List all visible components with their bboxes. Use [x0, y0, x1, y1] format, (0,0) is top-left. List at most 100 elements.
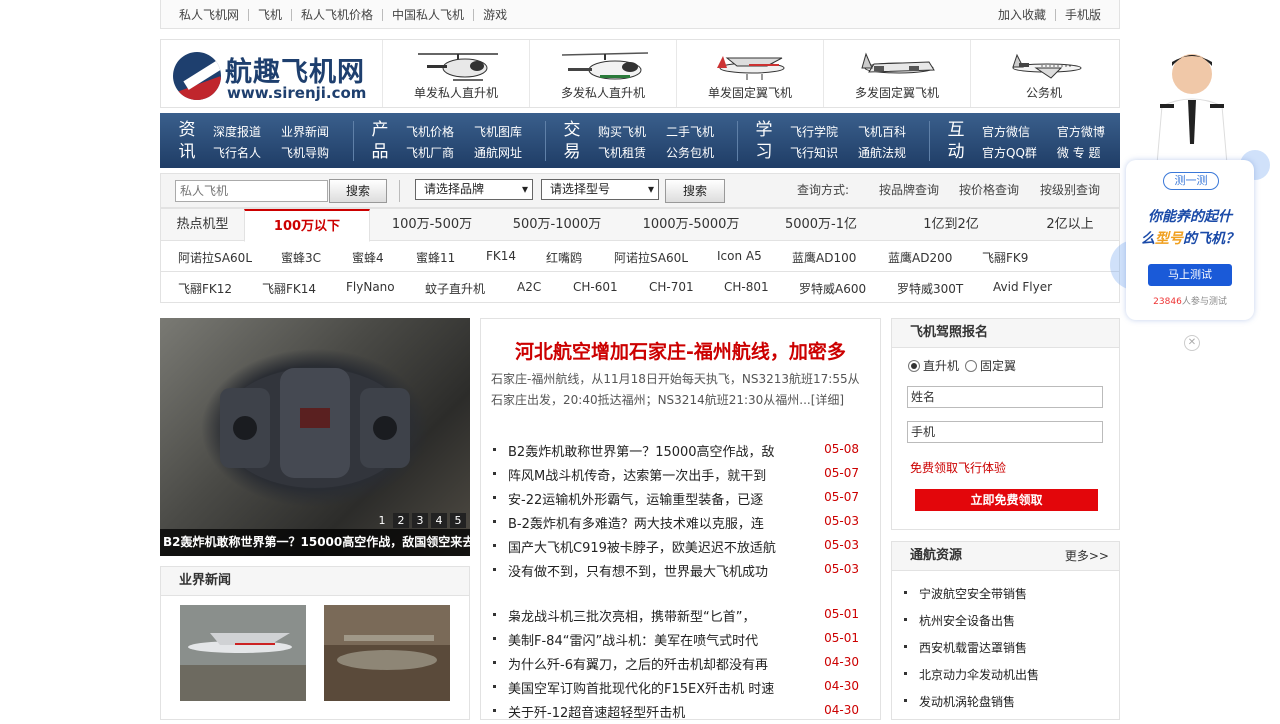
model-link[interactable]: CH-701	[649, 280, 694, 294]
nav-group-title[interactable]: 资讯	[177, 119, 197, 163]
list-item[interactable]: 安-22运输机外形霸气，运输重型装备，已逐 05-07	[493, 487, 871, 511]
nav-item[interactable]: 微 专 题	[1057, 144, 1105, 161]
category-multi-fixed[interactable]: 多发固定翼飞机	[823, 40, 970, 107]
model-link[interactable]: Icon A5	[717, 249, 762, 263]
category-single-heli[interactable]: 单发私人直升机	[382, 40, 529, 107]
slide-dot[interactable]: 5	[450, 513, 466, 528]
tab-under-1m[interactable]: 100万以下	[244, 209, 370, 242]
floating-ad[interactable]: 测一测 你能养的起什 么型号的飞机？ 马上测试 23846人参与测试 ✕	[1110, 40, 1280, 351]
model-link[interactable]: FlyNano	[346, 280, 395, 294]
nav-item[interactable]: 购买飞机	[598, 123, 646, 140]
news-title[interactable]: 关于歼-12超音速超轻型歼击机	[508, 702, 793, 721]
model-select[interactable]: 请选择型号	[541, 179, 659, 200]
news-title[interactable]: 美制F-84“雷闪”战斗机：美军在喷气式时代	[508, 630, 793, 649]
nav-item[interactable]: 二手飞机	[666, 123, 714, 140]
nav-group-title[interactable]: 互动	[946, 119, 966, 163]
list-item[interactable]: 美国空军订购首批现代化的F15EX歼击机 时速 04-30	[493, 676, 871, 700]
top-link-aircraft[interactable]: 飞机	[258, 6, 282, 23]
tab-over-200m[interactable]: 2亿以上	[1021, 209, 1119, 241]
nav-item[interactable]: 通航网址	[474, 144, 522, 161]
nav-item[interactable]: 飞机图库	[474, 123, 522, 140]
add-favorite-link[interactable]: 加入收藏	[998, 6, 1046, 23]
banner-slider[interactable]: 1 2 3 4 5 B2轰炸机敢称世界第一？15000高空作战，敌国领空来去	[160, 318, 470, 556]
radio-helicopter[interactable]: 直升机	[908, 357, 959, 374]
nav-item[interactable]: 公务包机	[666, 144, 714, 161]
category-single-fixed[interactable]: 单发固定翼飞机	[676, 40, 823, 107]
nav-item[interactable]: 飞机租赁	[598, 144, 646, 161]
banner-caption[interactable]: B2轰炸机敢称世界第一？15000高空作战，敌国领空来去	[160, 529, 470, 556]
category-multi-heli[interactable]: 多发私人直升机	[529, 40, 676, 107]
list-item[interactable]: 杭州安全设备出售	[904, 612, 1039, 639]
news-title[interactable]: 国产大飞机C919被卡脖子，欧美迟迟不放适航	[508, 537, 793, 556]
close-icon[interactable]: ✕	[1184, 335, 1200, 351]
list-item[interactable]: 宁波航空安全带销售	[904, 585, 1039, 612]
headline-title[interactable]: 河北航空增加石家庄-福州航线，加密多	[481, 337, 880, 364]
top-link-price[interactable]: 私人飞机价格	[301, 6, 373, 23]
top-link-games[interactable]: 游戏	[483, 6, 507, 23]
nav-item[interactable]: 飞机导购	[281, 144, 329, 161]
list-item[interactable]: 关于歼-12超音速超轻型歼击机 04-30	[493, 700, 871, 724]
query-by-brand[interactable]: 按品牌查询	[879, 181, 939, 198]
model-link[interactable]: FK14	[486, 249, 516, 263]
news-title[interactable]: 美国空军订购首批现代化的F15EX歼击机 时速	[508, 678, 793, 697]
nav-item[interactable]: 飞行名人	[213, 144, 261, 161]
news-title[interactable]: 阵风M战斗机传奇，达索第一次出手，就干到	[508, 465, 793, 484]
tab-100m-200m[interactable]: 1亿到2亿	[881, 209, 1021, 241]
query-by-class[interactable]: 按级别查询	[1040, 181, 1100, 198]
model-link[interactable]: 飞翮FK12	[178, 280, 232, 297]
tab-10m-50m[interactable]: 1000万-5000万	[621, 209, 761, 241]
nav-item[interactable]: 官方QQ群	[982, 144, 1037, 161]
nav-item[interactable]: 通航法规	[858, 144, 906, 161]
nav-group-title[interactable]: 产品	[370, 119, 390, 163]
tab-1m-5m[interactable]: 100万-500万	[371, 209, 493, 241]
category-business-jet[interactable]: 公务机	[970, 40, 1117, 107]
nav-item[interactable]: 飞行知识	[790, 144, 838, 161]
news-title[interactable]: B2轰炸机敢称世界第一？15000高空作战，敌	[508, 441, 793, 460]
nav-item[interactable]: 深度报道	[213, 123, 261, 140]
model-link[interactable]: 飞翮FK9	[982, 249, 1028, 266]
model-link[interactable]: 罗特威A600	[799, 280, 866, 297]
list-item[interactable]: 国产大飞机C919被卡脖子，欧美迟迟不放适航 05-03	[493, 535, 871, 559]
tab-50m-100m[interactable]: 5000万-1亿	[761, 209, 881, 241]
nav-item[interactable]: 飞行学院	[790, 123, 838, 140]
search-input[interactable]	[175, 180, 328, 202]
name-field[interactable]: 姓名	[907, 386, 1103, 408]
model-link[interactable]: A2C	[517, 280, 541, 294]
slide-dot[interactable]: 3	[412, 513, 428, 528]
slide-dot[interactable]: 2	[393, 513, 409, 528]
search-model-button[interactable]: 搜索	[665, 179, 725, 203]
model-link[interactable]: 蜜蜂11	[416, 249, 455, 266]
model-link[interactable]: 蓝鹰AD200	[888, 249, 952, 266]
list-item[interactable]: 枭龙战斗机三批次亮相，携带新型“匕首”， 05-01	[493, 604, 871, 628]
radio-checked-icon[interactable]	[908, 359, 920, 372]
model-link[interactable]: 阿诺拉SA60L	[614, 249, 688, 266]
model-link[interactable]: 阿诺拉SA60L	[178, 249, 252, 266]
nav-group-title[interactable]: 学习	[754, 119, 774, 163]
news-title[interactable]: 为什么歼-6有翼刀，之后的歼击机却都没有再	[508, 654, 793, 673]
nav-item[interactable]: 业界新闻	[281, 123, 329, 140]
list-item[interactable]: B2轰炸机敢称世界第一？15000高空作战，敌 05-08	[493, 439, 871, 463]
nav-group-title[interactable]: 交易	[562, 119, 582, 163]
model-link[interactable]: 红嘴鸥	[546, 249, 582, 266]
tab-5m-10m[interactable]: 500万-1000万	[493, 209, 621, 241]
tab-hot-models[interactable]: 热点机型	[161, 209, 244, 241]
news-title[interactable]: 安-22运输机外形霸气，运输重型装备，已逐	[508, 489, 793, 508]
radio-fixed-wing[interactable]: 固定翼	[965, 357, 1016, 374]
nav-item[interactable]: 飞机厂商	[406, 144, 454, 161]
search-button[interactable]: 搜索	[329, 179, 387, 203]
news-photo[interactable]	[324, 605, 450, 701]
nav-item[interactable]: 官方微博	[1057, 123, 1105, 140]
list-item[interactable]: 西安机载雷达罩销售	[904, 639, 1039, 666]
list-item[interactable]: 没有做不到，只有想不到，世界最大飞机成功 05-03	[493, 559, 871, 583]
news-title[interactable]: B-2轰炸机有多难造？两大技术难以克服，连	[508, 513, 793, 532]
top-link-private-jet[interactable]: 私人飞机网	[179, 6, 239, 23]
mobile-link[interactable]: 手机版	[1065, 6, 1101, 23]
model-link[interactable]: 罗特威300T	[897, 280, 963, 297]
list-item[interactable]: 阵风M战斗机传奇，达索第一次出手，就干到 05-07	[493, 463, 871, 487]
brand-select[interactable]: 请选择品牌	[415, 179, 533, 200]
list-item[interactable]: 发动机涡轮盘销售	[904, 693, 1039, 720]
top-link-china[interactable]: 中国私人飞机	[392, 6, 464, 23]
more-link[interactable]: 更多>>	[1065, 542, 1109, 570]
nav-item[interactable]: 官方微信	[982, 123, 1037, 140]
list-item[interactable]: 为什么歼-6有翼刀，之后的歼击机却都没有再 04-30	[493, 652, 871, 676]
